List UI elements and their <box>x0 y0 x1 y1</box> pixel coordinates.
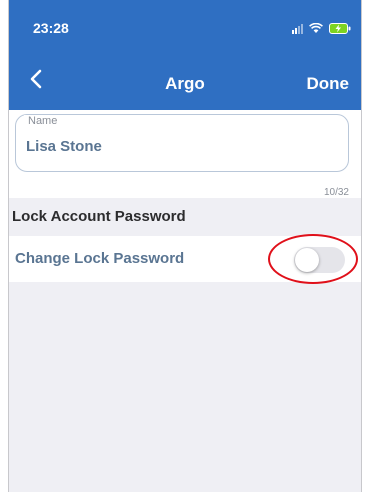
lock-section-header: Lock Account Password <box>12 208 186 225</box>
done-button[interactable]: Done <box>307 74 350 94</box>
name-field-label: Name <box>24 115 62 127</box>
navigation-bar: Argo Done <box>9 46 361 110</box>
character-counter: 10/32 <box>323 187 349 198</box>
wifi-icon <box>309 23 323 34</box>
change-lock-password-row[interactable]: Change Lock Password <box>9 236 361 282</box>
change-lock-password-toggle[interactable] <box>294 247 345 273</box>
app-screen: 23:28 Argo Done Name Lisa Stone 10/32 Lo… <box>9 0 361 492</box>
status-icons <box>292 22 351 34</box>
toggle-knob <box>295 248 319 272</box>
change-lock-password-label: Change Lock Password <box>15 250 185 267</box>
name-field-value[interactable]: Lisa Stone <box>26 138 102 155</box>
empty-area <box>9 282 361 492</box>
name-field[interactable]: Name Lisa Stone <box>15 114 349 172</box>
signal-icon <box>292 24 303 34</box>
status-time: 23:28 <box>33 20 69 36</box>
name-card: Name Lisa Stone 10/32 <box>9 110 361 198</box>
battery-charging-icon <box>329 23 351 34</box>
status-bar: 23:28 <box>9 0 361 46</box>
